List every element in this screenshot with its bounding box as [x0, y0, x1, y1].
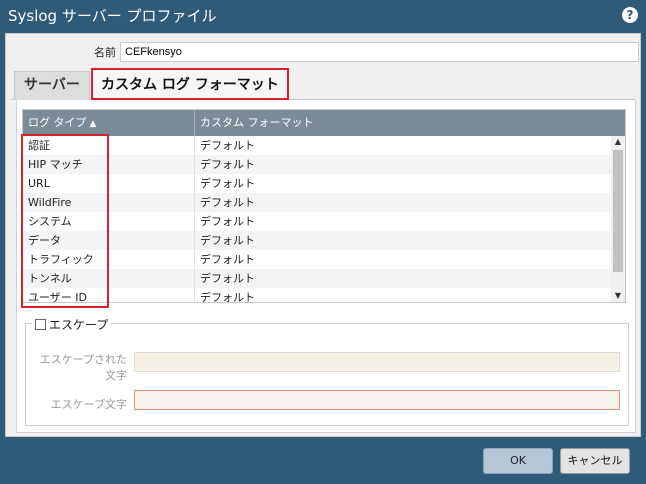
log-type-cell: トンネル — [23, 269, 195, 288]
escape-char-input[interactable] — [134, 390, 620, 410]
scroll-up-icon[interactable]: ▲ — [611, 136, 625, 148]
scroll-down-icon[interactable]: ▼ — [611, 290, 625, 302]
column-header-custom-format[interactable]: カスタム フォーマット — [195, 110, 625, 136]
custom-log-format-panel: ログ タイプ ▲ カスタム フォーマット 認証 デフォルト HIP マッチ デフォルト… — [16, 100, 636, 433]
format-cell[interactable]: デフォルト — [195, 269, 611, 288]
table-row[interactable]: トラフィック デフォルト — [23, 250, 611, 269]
name-input[interactable] — [120, 42, 639, 62]
sort-ascending-icon: ▲ — [89, 119, 97, 129]
cancel-button[interactable]: キャンセル — [560, 448, 630, 474]
tab-bar: サーバー カスタム ログ フォーマット — [11, 66, 635, 100]
escaped-chars-label: エスケープされた文字 — [39, 353, 127, 382]
format-cell[interactable]: デフォルト — [195, 250, 611, 269]
name-label: 名前 — [94, 46, 116, 59]
format-cell[interactable]: デフォルト — [195, 288, 611, 302]
escape-fieldset: エスケープ エスケープされた文字 エスケープ文字 — [25, 316, 629, 426]
format-cell[interactable]: デフォルト — [195, 174, 611, 193]
log-type-cell: トラフィック — [23, 250, 195, 269]
grid-rows: 認証 デフォルト HIP マッチ デフォルト URL デフォルト WildFire デフ… — [23, 136, 611, 302]
table-row[interactable]: トンネル デフォルト — [23, 269, 611, 288]
help-icon[interactable]: ? — [622, 7, 638, 23]
table-row[interactable]: URL デフォルト — [23, 174, 611, 193]
format-cell[interactable]: デフォルト — [195, 155, 611, 174]
format-cell[interactable]: デフォルト — [195, 136, 611, 155]
log-type-cell: 認証 — [23, 136, 195, 155]
log-type-cell: ユーザー ID — [23, 288, 195, 302]
ok-button[interactable]: OK — [483, 448, 553, 474]
table-row[interactable]: WildFire デフォルト — [23, 193, 611, 212]
escape-char-label: エスケープ文字 — [50, 398, 127, 411]
log-type-cell: URL — [23, 174, 195, 193]
log-type-cell: WildFire — [23, 193, 195, 212]
column-header-log-type[interactable]: ログ タイプ ▲ — [23, 110, 195, 136]
dialog-title: Syslog サーバー プロファイル — [8, 7, 217, 25]
table-row[interactable]: 認証 デフォルト — [23, 136, 611, 155]
syslog-server-profile-dialog: Syslog サーバー プロファイル ? 名前 サーバー カスタム ログ フォー… — [0, 0, 646, 484]
tab-server[interactable]: サーバー — [14, 71, 90, 100]
table-row[interactable]: ユーザー ID デフォルト — [23, 288, 611, 302]
column-header-log-type-label: ログ タイプ — [28, 116, 87, 129]
format-cell[interactable]: デフォルト — [195, 231, 611, 250]
format-cell[interactable]: デフォルト — [195, 193, 611, 212]
table-row[interactable]: システム デフォルト — [23, 212, 611, 231]
escape-checkbox-label: エスケープ — [49, 318, 109, 332]
table-row[interactable]: HIP マッチ デフォルト — [23, 155, 611, 174]
format-cell[interactable]: デフォルト — [195, 212, 611, 231]
dialog-body: 名前 サーバー カスタム ログ フォーマット ログ タイプ▲ カスタム フォーマ… — [5, 33, 641, 437]
log-type-cell: データ — [23, 231, 195, 250]
title-bar: Syslog サーバー プロファイル ? — [0, 0, 646, 32]
table-row[interactable]: データ デフォルト — [23, 231, 611, 250]
log-type-cell: システム — [23, 212, 195, 231]
column-header-custom-format-label: カスタム フォーマット — [200, 116, 314, 129]
scrollbar-thumb[interactable] — [613, 150, 623, 272]
escaped-chars-input[interactable] — [134, 352, 620, 372]
grid-header: ログ タイプ ▲ カスタム フォーマット — [23, 110, 625, 136]
log-format-grid: ログ タイプ ▲ カスタム フォーマット 認証 デフォルト HIP マッチ デフォルト… — [22, 109, 626, 303]
escape-legend: エスケープ — [32, 316, 112, 333]
tab-custom-log-format[interactable]: カスタム ログ フォーマット — [91, 68, 289, 100]
grid-scrollbar[interactable]: ▲ ▼ — [611, 136, 625, 302]
log-type-cell: HIP マッチ — [23, 155, 195, 174]
escape-checkbox[interactable] — [35, 319, 46, 330]
